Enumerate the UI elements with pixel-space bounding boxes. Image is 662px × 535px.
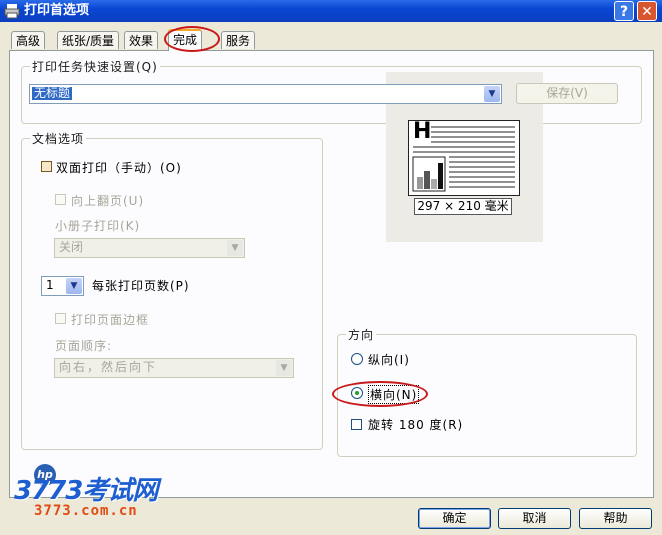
portrait-radio[interactable] (351, 353, 363, 365)
cancel-button[interactable]: 取消 (498, 508, 571, 529)
portrait-label: 纵向(I) (368, 353, 410, 367)
paper-size-label: 297 × 210 毫米 (414, 198, 512, 215)
chevron-down-icon[interactable]: ▼ (276, 360, 292, 376)
flip-up-checkbox[interactable] (55, 194, 66, 205)
orientation-legend: 方向 (346, 326, 377, 343)
chevron-down-icon[interactable]: ▼ (227, 240, 243, 256)
save-button-label: 保存(V) (546, 86, 588, 100)
duplex-checkbox[interactable] (41, 161, 52, 172)
paper-preview: H (408, 119, 520, 196)
pages-per-sheet-value: 1 (46, 278, 54, 292)
help-footer-button[interactable]: 帮助 (579, 508, 652, 529)
rotate-180-checkbox[interactable] (351, 419, 362, 430)
close-button[interactable]: ✕ (637, 1, 657, 21)
cancel-button-label: 取消 (522, 511, 547, 525)
rotate-180-label: 旋转 180 度(R) (368, 418, 464, 432)
printer-icon (4, 4, 20, 19)
window-title: 打印首选项 (24, 3, 90, 18)
chevron-down-icon[interactable]: ▼ (66, 278, 82, 294)
booklet-value: 关闭 (59, 240, 84, 254)
save-button[interactable]: 保存(V) (516, 83, 618, 104)
duplex-label: 双面打印（手动）(O) (56, 161, 182, 175)
pages-per-sheet-label: 每张打印页数(P) (92, 279, 190, 293)
preview-content-graphic (412, 126, 515, 192)
quick-set-legend: 打印任务快速设置(Q) (30, 58, 160, 75)
tab-effects[interactable]: 效果 (124, 31, 159, 49)
landscape-label: 横向(N) (368, 385, 420, 404)
page-order-value: 向右，然后向下 (59, 360, 158, 374)
ok-button[interactable]: 确定 (418, 508, 491, 529)
tab-paper-quality[interactable]: 纸张/质量 (57, 31, 120, 49)
page-order-label: 页面顺序: (55, 339, 113, 353)
pages-per-sheet-select[interactable]: 1 ▼ (41, 276, 84, 296)
tab-services[interactable]: 服务 (221, 31, 256, 49)
tab-finishing[interactable]: 完成 (168, 29, 203, 51)
print-borders-label: 打印页面边框 (71, 313, 150, 327)
page-order-select[interactable]: 向右，然后向下 ▼ (54, 358, 294, 378)
chevron-down-icon[interactable]: ▼ (484, 86, 500, 102)
radio-selected-dot (355, 391, 359, 395)
booklet-select[interactable]: 关闭 ▼ (54, 238, 245, 258)
quick-set-value: 无标题 (32, 86, 73, 100)
print-borders-checkbox[interactable] (55, 313, 66, 324)
ok-button-label: 确定 (442, 511, 467, 525)
flip-up-label: 向上翻页(U) (71, 194, 145, 208)
tab-advanced[interactable]: 高级 (11, 31, 46, 49)
help-button[interactable]: ? (614, 1, 634, 21)
document-options-legend: 文档选项 (30, 130, 87, 147)
landscape-radio[interactable] (351, 387, 363, 399)
watermark-brand: 3773考试网 (14, 476, 158, 506)
quick-set-select[interactable]: 无标题 ▼ (29, 84, 502, 104)
booklet-label: 小册子打印(K) (55, 219, 141, 233)
watermark-url: 3773.com.cn (34, 503, 138, 519)
title-bar: 打印首选项 ? ✕ (0, 0, 662, 22)
help-footer-label: 帮助 (603, 511, 628, 525)
